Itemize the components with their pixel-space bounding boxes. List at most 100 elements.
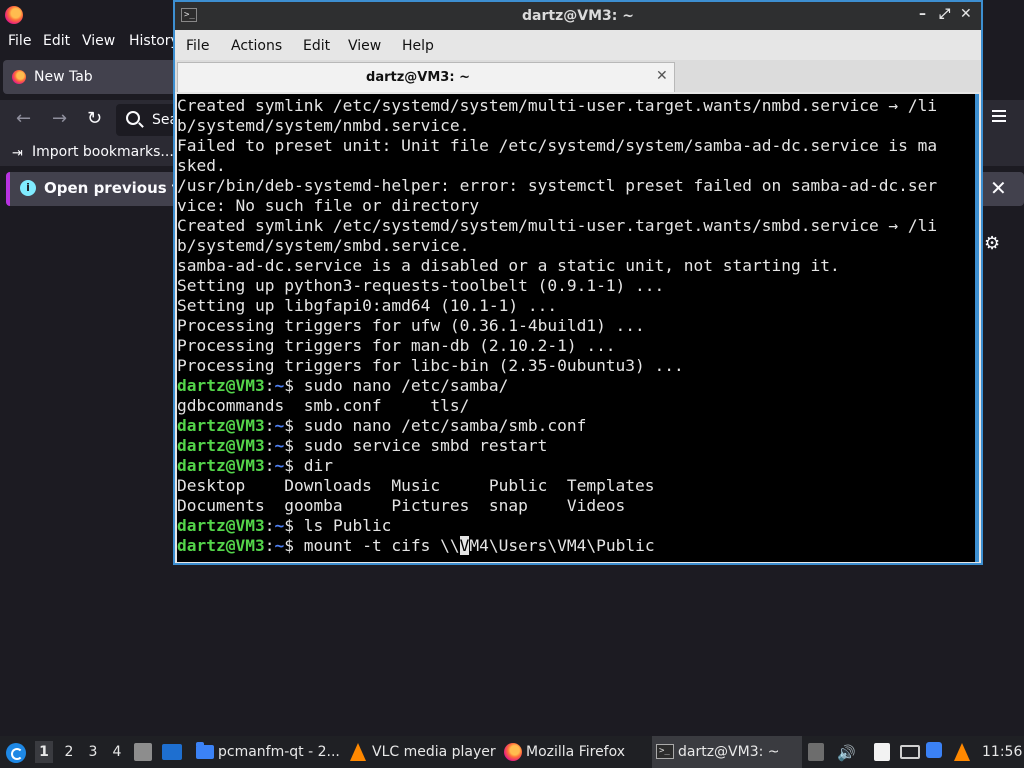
terminal-command-line: dartz@VM3:~$ sudo nano /etc/samba/smb.co… — [177, 416, 937, 436]
task-firefox[interactable]: Mozilla Firefox — [500, 736, 648, 768]
start-menu-icon[interactable] — [6, 743, 26, 763]
output-text: Documents goomba Pictures snap Videos — [177, 496, 626, 515]
ff-menu-file[interactable]: File — [8, 33, 31, 49]
prompt-colon: : — [264, 516, 275, 535]
vlc-icon — [350, 743, 366, 761]
terminal-output-line: vice: No such file or directory — [177, 196, 937, 216]
clipboard-icon[interactable] — [874, 743, 890, 761]
output-text: Created symlink /etc/systemd/system/mult… — [177, 96, 938, 115]
terminal-output-line: samba-ad-dc.service is a disabled or a s… — [177, 256, 937, 276]
term-menu-help[interactable]: Help — [402, 38, 434, 54]
terminal-output-line: b/systemd/system/smbd.service. — [177, 236, 937, 256]
prompt-user: dartz@VM3 — [177, 416, 265, 435]
prompt-path: ~ — [274, 456, 285, 475]
command-text: sudo service smbd restart — [303, 436, 548, 455]
close-icon[interactable]: ✕ — [960, 6, 972, 22]
command-text: sudo nano /etc/samba/ — [303, 376, 509, 395]
terminal-output-line: Created symlink /etc/systemd/system/mult… — [177, 96, 937, 116]
workspace-2[interactable]: 2 — [60, 744, 78, 760]
term-menu-file[interactable]: File — [186, 38, 209, 54]
terminal-output-line: Processing triggers for ufw (0.36.1-4bui… — [177, 316, 937, 336]
clock[interactable]: 11:56 — [982, 744, 1022, 760]
desktop-switch-icon[interactable] — [162, 744, 182, 760]
close-tab-icon[interactable]: ✕ — [656, 68, 668, 84]
firefox-logo-icon — [5, 6, 23, 24]
network-icon[interactable] — [900, 745, 920, 759]
ff-menu-history[interactable]: History — [129, 33, 179, 49]
terminal-menubar: File Actions Edit View Help — [175, 32, 981, 60]
terminal-output[interactable]: Created symlink /etc/systemd/system/mult… — [177, 94, 979, 562]
workspace-3[interactable]: 3 — [84, 744, 102, 760]
terminal-command-line: dartz@VM3:~$ sudo nano /etc/samba/ — [177, 376, 937, 396]
show-desktop-icon[interactable] — [134, 743, 152, 761]
output-text: Desktop Downloads Music Public Templates — [177, 476, 655, 495]
output-text: Failed to preset unit: Unit file /etc/sy… — [177, 136, 938, 155]
output-text: gdbcommands smb.conf tls/ — [177, 396, 470, 415]
taskbar: 1 2 3 4 pcmanfm-qt - 2... VLC media play… — [0, 736, 1024, 768]
terminal-command-line: dartz@VM3:~$ dir — [177, 456, 937, 476]
forward-arrow-icon[interactable]: → — [52, 110, 67, 128]
prompt-user: dartz@VM3 — [177, 536, 265, 555]
terminal-output-line: Processing triggers for man-db (2.10.2-1… — [177, 336, 937, 356]
terminal-tab[interactable]: dartz@VM3: ~ ✕ — [177, 62, 675, 92]
terminal-command-line: dartz@VM3:~$ ls Public — [177, 516, 937, 536]
command-text: dir — [303, 456, 333, 475]
output-text: Setting up libgfapi0:amd64 (10.1-1) ... — [177, 296, 558, 315]
output-text: b/systemd/system/nmbd.service. — [177, 116, 470, 135]
terminal-output-line: Failed to preset unit: Unit file /etc/sy… — [177, 136, 937, 156]
workspace-1[interactable]: 1 — [35, 741, 53, 763]
term-menu-view[interactable]: View — [348, 38, 381, 54]
terminal-output-line: Setting up python3-requests-toolbelt (0.… — [177, 276, 937, 296]
terminal-titlebar[interactable]: >_ dartz@VM3: ~ – ⤢ ✕ — [175, 2, 981, 30]
import-icon: ⇥ — [12, 146, 23, 161]
gear-icon[interactable]: ⚙ — [984, 233, 1000, 254]
back-arrow-icon[interactable]: ← — [16, 110, 31, 128]
output-text: Setting up python3-requests-toolbelt (0.… — [177, 276, 665, 295]
vlc-tray-icon[interactable] — [954, 743, 970, 761]
prompt-colon: : — [264, 456, 275, 475]
terminal-window-title: dartz@VM3: ~ — [522, 8, 634, 24]
terminal-icon: >_ — [656, 744, 674, 759]
terminal-output-line: /usr/bin/deb-systemd-helper: error: syst… — [177, 176, 937, 196]
task-pcmanfm[interactable]: pcmanfm-qt - 2... — [192, 736, 342, 768]
prompt-path: ~ — [274, 436, 285, 455]
workspace-4[interactable]: 4 — [108, 744, 126, 760]
current-command-rest: M4\Users\VM4\Public — [469, 536, 655, 555]
close-infobar-icon[interactable]: ✕ — [990, 176, 1007, 200]
volume-icon[interactable]: 🔊 — [837, 744, 856, 762]
maximize-icon[interactable]: ⤢ — [939, 6, 950, 22]
terminal-output-line: Created symlink /etc/systemd/system/mult… — [177, 216, 937, 236]
update-notifier-icon[interactable] — [808, 743, 824, 761]
terminal-command-line: dartz@VM3:~$ sudo service smbd restart — [177, 436, 937, 456]
minimize-icon[interactable]: – — [919, 6, 926, 22]
task-vlc[interactable]: VLC media player — [346, 736, 496, 768]
prompt-dollar: $ — [284, 416, 304, 435]
notification-icon[interactable] — [926, 742, 942, 758]
output-text: Processing triggers for libc-bin (2.35-0… — [177, 356, 684, 375]
firefox-tab-label: New Tab — [34, 69, 93, 85]
prompt-user: dartz@VM3 — [177, 456, 265, 475]
import-bookmarks-link[interactable]: Import bookmarks... — [32, 144, 174, 160]
terminal-output-line: sked. — [177, 156, 937, 176]
terminal-scrollbar[interactable] — [975, 94, 979, 562]
terminal-output-line: Documents goomba Pictures snap Videos — [177, 496, 937, 516]
prompt-user: dartz@VM3 — [177, 436, 265, 455]
task-terminal[interactable]: >_ dartz@VM3: ~ — [652, 736, 802, 768]
text-cursor: V — [459, 536, 470, 555]
terminal-output-line: b/systemd/system/nmbd.service. — [177, 116, 937, 136]
terminal-output-line: gdbcommands smb.conf tls/ — [177, 396, 937, 416]
ff-menu-edit[interactable]: Edit — [43, 33, 70, 49]
firefox-tab-favicon-icon — [12, 70, 26, 84]
hamburger-menu-icon[interactable] — [992, 110, 1006, 122]
prompt-dollar: $ — [284, 536, 304, 555]
term-menu-edit[interactable]: Edit — [303, 38, 330, 54]
current-command-text: mount -t cifs \\ — [303, 536, 460, 555]
prompt-colon: : — [264, 416, 275, 435]
firefox-tab-new-tab[interactable]: New Tab — [3, 60, 188, 94]
command-text: ls Public — [303, 516, 392, 535]
output-text: Created symlink /etc/systemd/system/mult… — [177, 216, 938, 235]
terminal-current-line[interactable]: dartz@VM3:~$ mount -t cifs \\VM4\Users\V… — [177, 536, 937, 556]
reload-icon[interactable]: ↻ — [87, 110, 102, 128]
term-menu-actions[interactable]: Actions — [231, 38, 282, 54]
ff-menu-view[interactable]: View — [82, 33, 115, 49]
